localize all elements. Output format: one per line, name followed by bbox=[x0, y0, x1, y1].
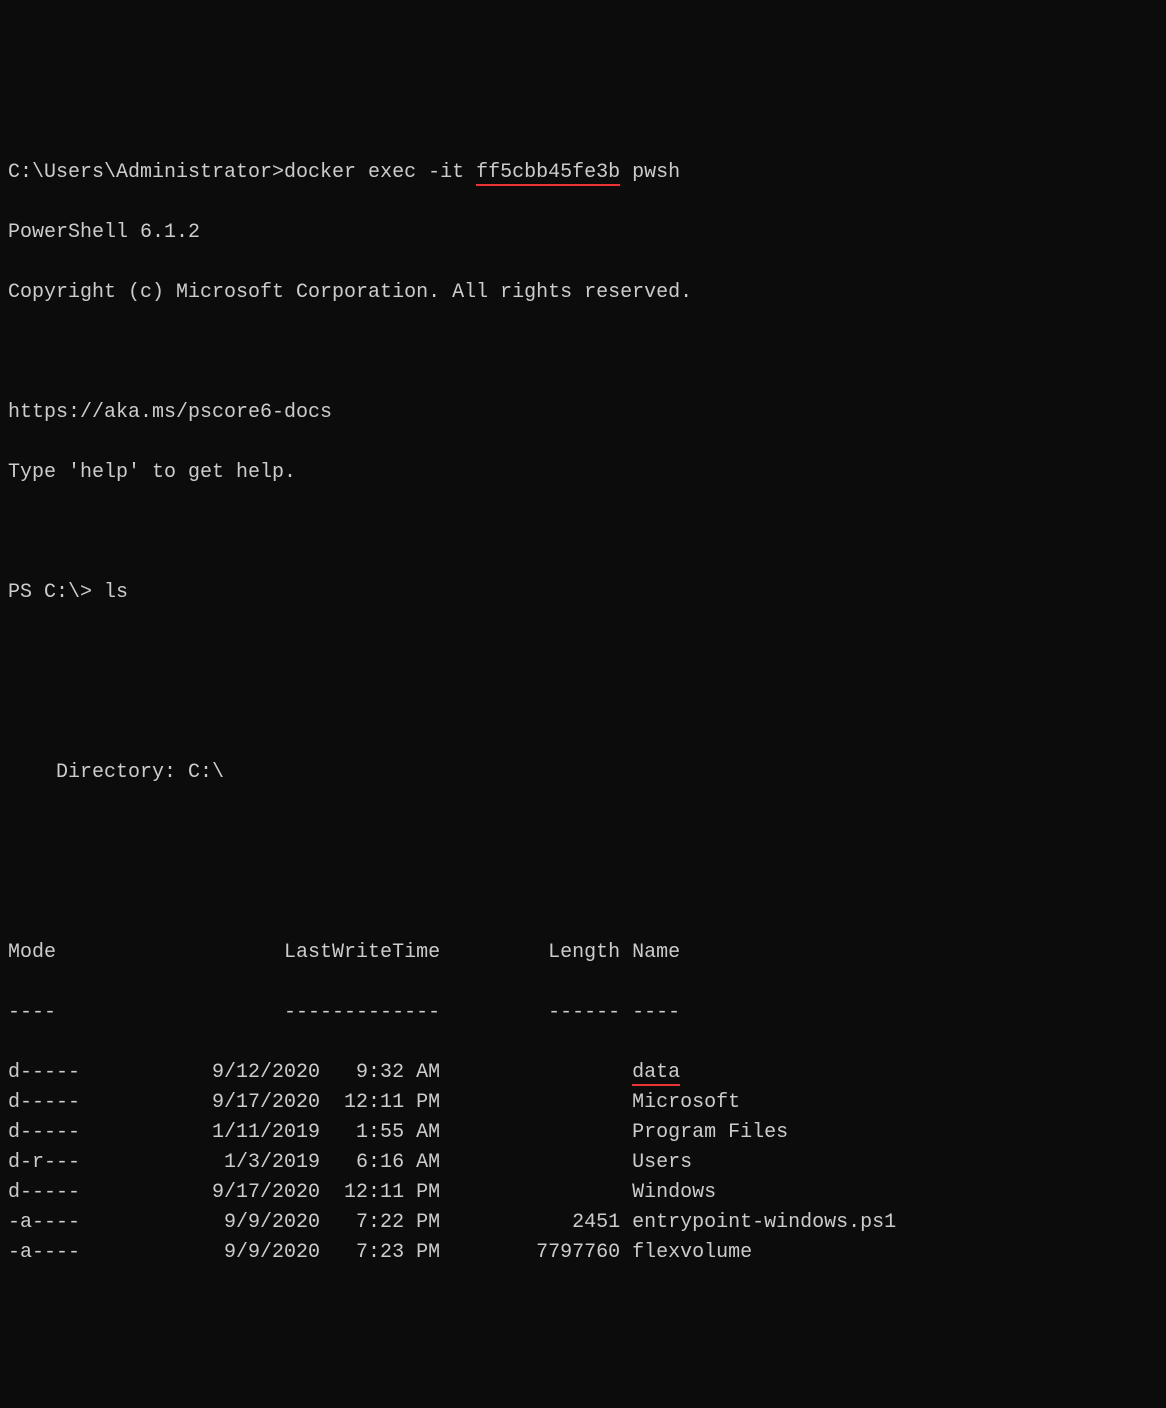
blank-line bbox=[8, 518, 1158, 548]
file-name: entrypoint-windows.ps1 bbox=[632, 1211, 896, 1234]
table-row: d-r--- 1/3/2019 6:16 AM Users bbox=[8, 1148, 1158, 1178]
file-name: Microsoft bbox=[632, 1091, 740, 1114]
blank-line bbox=[8, 698, 1158, 728]
prompt-prefix: C:\Users\Administrator> bbox=[8, 161, 284, 184]
cmd-part2: pwsh bbox=[620, 161, 680, 184]
file-name: flexvolume bbox=[632, 1241, 752, 1264]
help-hint-line: Type 'help' to get help. bbox=[8, 458, 1158, 488]
copyright-line: Copyright (c) Microsoft Corporation. All… bbox=[8, 278, 1158, 308]
blank-line bbox=[8, 338, 1158, 368]
cmd-part1: docker exec -it bbox=[284, 161, 476, 184]
directory-label: Directory: C:\ bbox=[8, 758, 1158, 788]
file-name: data bbox=[632, 1061, 680, 1086]
blank-line bbox=[8, 818, 1158, 848]
file-name: Program Files bbox=[632, 1121, 788, 1144]
ps-version-line: PowerShell 6.1.2 bbox=[8, 218, 1158, 248]
table-header-sep: ---- ------------- ------ ---- bbox=[8, 998, 1158, 1028]
table-row: -a---- 9/9/2020 7:23 PM 7797760 flexvolu… bbox=[8, 1238, 1158, 1268]
file-name: Users bbox=[632, 1151, 692, 1174]
terminal-output: C:\Users\Administrator>docker exec -it f… bbox=[8, 128, 1158, 1298]
docs-url-line: https://aka.ms/pscore6-docs bbox=[8, 398, 1158, 428]
container-id-highlight: ff5cbb45fe3b bbox=[476, 161, 620, 186]
table-row: -a---- 9/9/2020 7:22 PM 2451 entrypoint-… bbox=[8, 1208, 1158, 1238]
cmd-line-1: C:\Users\Administrator>docker exec -it f… bbox=[8, 158, 1158, 188]
table-row: d----- 9/17/2020 12:11 PM Microsoft bbox=[8, 1088, 1158, 1118]
file-name: Windows bbox=[632, 1181, 716, 1204]
table-header: Mode LastWriteTime Length Name bbox=[8, 938, 1158, 968]
table-row: d----- 1/11/2019 1:55 AM Program Files bbox=[8, 1118, 1158, 1148]
table-rows-container: d----- 9/12/2020 9:32 AM datad----- 9/17… bbox=[8, 1058, 1158, 1268]
cmd-line-2: PS C:\> ls bbox=[8, 578, 1158, 608]
blank-line bbox=[8, 638, 1158, 668]
blank-line bbox=[8, 878, 1158, 908]
table-row: d----- 9/12/2020 9:32 AM data bbox=[8, 1058, 1158, 1088]
table-row: d----- 9/17/2020 12:11 PM Windows bbox=[8, 1178, 1158, 1208]
